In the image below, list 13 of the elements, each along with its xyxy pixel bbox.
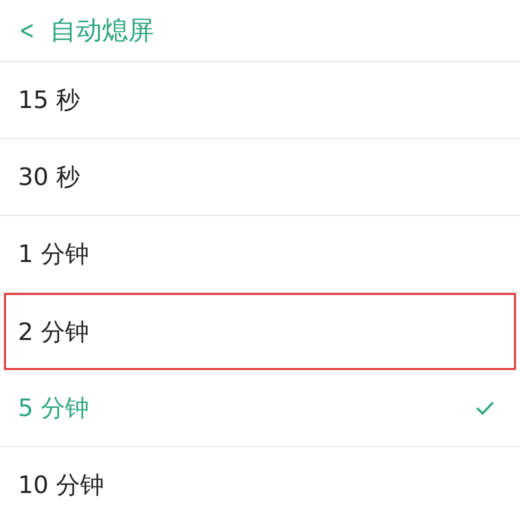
option-row[interactable]: 2 分钟	[4, 293, 516, 370]
option-label: 5 分钟	[18, 393, 89, 424]
option-label: 15 秒	[18, 85, 80, 116]
page-title: 自动熄屏	[50, 15, 154, 48]
option-label: 10 分钟	[18, 470, 104, 501]
option-row[interactable]: 15 秒	[0, 62, 520, 139]
option-row[interactable]: 10 分钟	[0, 447, 520, 520]
option-row[interactable]: 1 分钟	[0, 216, 520, 293]
option-label: 30 秒	[18, 162, 80, 193]
option-label: 1 分钟	[18, 239, 89, 270]
option-label: 2 分钟	[18, 316, 89, 348]
check-icon	[476, 401, 494, 415]
option-row[interactable]: 30 秒	[0, 139, 520, 216]
